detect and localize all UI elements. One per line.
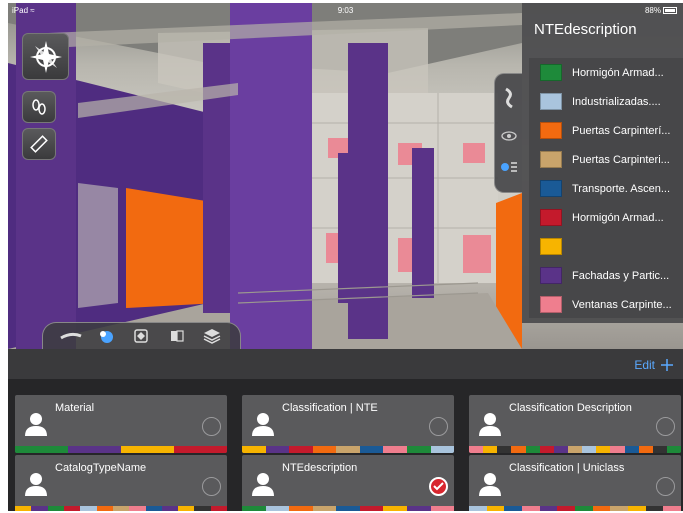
- plus-icon: [661, 359, 673, 371]
- layers-icon: [203, 329, 221, 344]
- measure-button[interactable]: [22, 128, 56, 160]
- status-bar: iPad ≈ 9:03 88%: [8, 3, 683, 17]
- legend-swatch: [540, 209, 562, 226]
- edit-label: Edit: [634, 358, 655, 372]
- legend-label: Puertas Carpinteri...: [572, 153, 670, 166]
- xray-button[interactable]: [165, 326, 189, 346]
- legend-swatch: [540, 238, 562, 255]
- card-title: Classification | Uniclass: [509, 462, 625, 474]
- color-stripe: [15, 506, 227, 511]
- legend-swatch: [540, 180, 562, 197]
- select-radio[interactable]: [656, 417, 675, 436]
- edit-button[interactable]: Edit: [634, 358, 673, 372]
- user-icon: [479, 413, 501, 436]
- legend-item[interactable]: Hormigón Armad...: [529, 58, 683, 87]
- legend-label: Hormigón Armad...: [572, 211, 664, 224]
- compass-button[interactable]: [22, 33, 69, 80]
- legend-item[interactable]: Industrializadas....: [529, 87, 683, 116]
- card-title: NTEdescription: [282, 462, 358, 474]
- visibility-button[interactable]: [94, 326, 118, 346]
- legend-label: Hormigón Armad...: [572, 66, 664, 79]
- parameter-card[interactable]: Classification | Uniclass: [469, 455, 681, 511]
- legend-title: NTEdescription: [534, 21, 637, 38]
- legend-swatch: [540, 64, 562, 81]
- legend-label: Transporte. Ascen...: [572, 182, 671, 195]
- legend-list: Hormigón Armad... Industrializadas.... Pue…: [529, 58, 683, 318]
- user-icon: [479, 473, 501, 496]
- parameter-card[interactable]: Classification Description: [469, 395, 681, 453]
- color-stripe: [469, 446, 681, 453]
- card-title: CatalogTypeName: [55, 462, 147, 474]
- color-stripe: [242, 506, 454, 511]
- parameter-card[interactable]: Material: [15, 395, 227, 453]
- battery-status: 88%: [645, 6, 677, 15]
- select-radio[interactable]: [202, 477, 221, 496]
- 3d-model-viewport[interactable]: NTEdescription Hormigón Armad... Industri…: [8, 3, 683, 349]
- color-stripe: [469, 506, 681, 511]
- parameter-card[interactable]: NTEdescription: [242, 455, 454, 511]
- parameter-cards: Material Classification | NTE Classificati…: [8, 379, 683, 511]
- legend-side-tab: [494, 73, 522, 193]
- color-stripe: [15, 446, 227, 453]
- user-icon: [25, 413, 47, 436]
- legend-item[interactable]: Fachadas y Partic...: [529, 261, 683, 290]
- compass-icon: [29, 40, 62, 73]
- select-radio[interactable]: [429, 417, 448, 436]
- parameter-card[interactable]: CatalogTypeName: [15, 455, 227, 511]
- user-icon: [252, 413, 274, 436]
- legend-item[interactable]: [529, 232, 683, 261]
- card-title: Classification | NTE: [282, 402, 378, 414]
- color-stripe: [242, 446, 454, 453]
- status-time: 9:03: [337, 6, 354, 15]
- legend-item[interactable]: Puertas Carpinterí...: [529, 116, 683, 145]
- battery-icon: [663, 7, 677, 14]
- legend-item[interactable]: Puertas Carpinteri...: [529, 145, 683, 174]
- zoom-extents-button[interactable]: [129, 326, 153, 346]
- legend-label: Industrializadas....: [572, 95, 661, 108]
- legend-item[interactable]: Ventanas Carpinte...: [529, 290, 683, 319]
- legend-item[interactable]: Transporte. Ascen...: [529, 174, 683, 203]
- select-radio[interactable]: [656, 477, 675, 496]
- visibility-icon: [100, 331, 114, 343]
- legend-swatch: [540, 267, 562, 284]
- eye-icon: [500, 131, 517, 141]
- legend-label: Ventanas Carpinte...: [572, 298, 672, 311]
- ruler-icon: [30, 135, 48, 153]
- card-title: Classification Description: [509, 402, 632, 414]
- parameters-toolbar: Edit: [8, 349, 683, 379]
- walk-mode-button[interactable]: [22, 91, 56, 123]
- legend-label: Fachadas y Partic...: [572, 269, 670, 282]
- legend-panel: NTEdescription Hormigón Armad... Industri…: [522, 3, 683, 323]
- card-title: Material: [55, 402, 95, 414]
- select-radio[interactable]: [202, 417, 221, 436]
- legend-swatch: [540, 151, 562, 168]
- user-icon: [252, 473, 274, 496]
- parameter-card[interactable]: Classification | NTE: [242, 395, 454, 453]
- selected-check-icon[interactable]: [429, 477, 448, 496]
- legend-swatch: [540, 93, 562, 110]
- tag-icon: [504, 87, 513, 109]
- section-button[interactable]: [59, 326, 83, 346]
- legend-swatch: [540, 296, 562, 313]
- legend-icon: [500, 162, 517, 172]
- user-icon: [25, 473, 47, 496]
- legend-item[interactable]: Hormigón Armad...: [529, 203, 683, 232]
- legend-toggle-button[interactable]: [500, 160, 518, 179]
- zoom-extents-icon: [134, 329, 149, 343]
- section-icon: [59, 332, 82, 340]
- eye-button[interactable]: [500, 128, 517, 146]
- legend-label: Puertas Carpinterí...: [572, 124, 671, 137]
- tag-button[interactable]: [503, 87, 515, 114]
- xray-icon: [170, 330, 184, 342]
- legend-swatch: [540, 122, 562, 139]
- view-tools-dock: [42, 322, 241, 349]
- footprints-icon: [32, 99, 46, 115]
- layers-button[interactable]: [200, 326, 224, 346]
- ipad-screen: NTEdescription Hormigón Armad... Industri…: [8, 3, 683, 511]
